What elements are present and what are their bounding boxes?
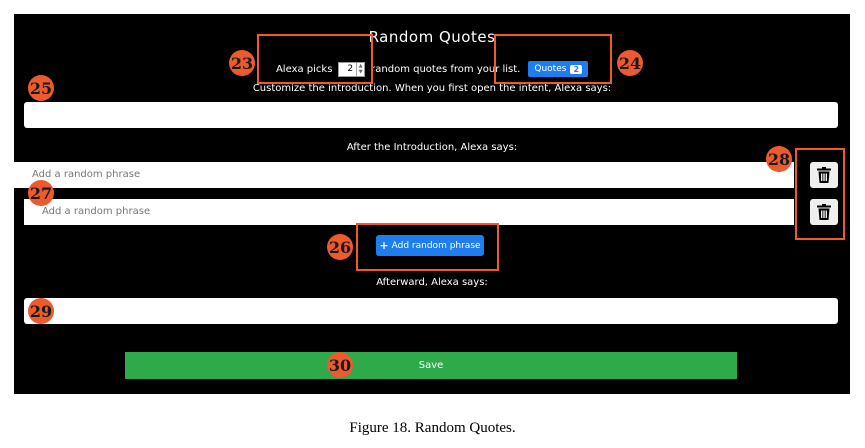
annotation-marker-30: 30 (327, 352, 353, 378)
annotation-box-23 (257, 34, 373, 84)
intro-input[interactable] (24, 102, 838, 128)
annotation-marker-26: 26 (327, 234, 353, 260)
quote-count-row: Alexa picks 2 ▲ ▼ random quotes from your… (14, 58, 850, 80)
annotation-box-28 (795, 148, 845, 240)
save-button[interactable]: Save (125, 352, 737, 379)
figure-caption: Figure 18. Random Quotes. (349, 420, 516, 436)
save-button-label: Save (418, 360, 444, 371)
annotation-marker-28: 28 (766, 146, 792, 172)
annotation-marker-25: 25 (28, 75, 54, 101)
annotation-box-26 (356, 223, 499, 271)
random-phrase-input-1[interactable]: Add a random phrase (14, 162, 794, 188)
annotation-marker-23: 23 (229, 50, 255, 76)
random-phrase-input-2[interactable]: Add a random phrase (24, 199, 794, 225)
annotation-box-24 (494, 34, 612, 84)
intro-label: Customize the introduction. When you fir… (252, 83, 612, 94)
afterward-input[interactable] (24, 298, 838, 324)
page-title: Random Quotes (368, 28, 496, 46)
random-quotes-panel: Random Quotes Alexa picks 2 ▲ ▼ random qu… (14, 14, 850, 394)
after-intro-label: After the Introduction, Alexa says: (346, 142, 518, 153)
afterward-label: Afterward, Alexa says: (376, 277, 488, 288)
annotation-marker-24: 24 (617, 50, 643, 76)
annotation-marker-29: 29 (28, 298, 54, 324)
annotation-marker-27: 27 (28, 180, 54, 206)
